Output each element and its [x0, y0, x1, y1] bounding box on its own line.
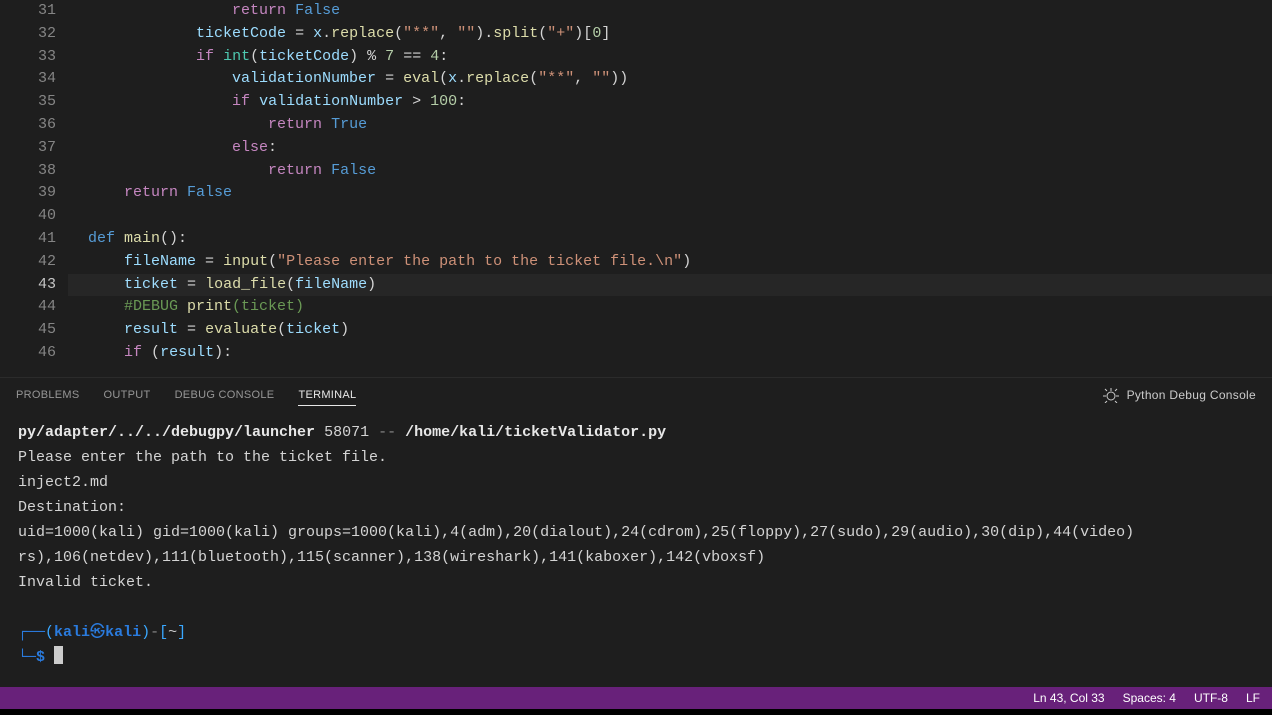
prompt-cwd: ~ — [168, 624, 177, 641]
code-line[interactable]: def main(): — [88, 228, 1272, 251]
debug-icon — [1103, 387, 1119, 403]
terminal-name: Python Debug Console — [1127, 388, 1256, 402]
line-number: 35 — [0, 91, 56, 114]
line-number-gutter: 31323334353637383940414243444546 — [0, 0, 68, 377]
skull-icon: ㉿ — [90, 624, 105, 641]
code-line[interactable]: return False — [88, 0, 1272, 23]
line-number: 45 — [0, 319, 56, 342]
code-line[interactable]: if int(ticketCode) % 7 == 4: — [88, 46, 1272, 69]
terminal-line: inject2.md — [18, 474, 108, 491]
code-line[interactable]: return False — [88, 182, 1272, 205]
line-number: 46 — [0, 342, 56, 365]
code-line[interactable]: if validationNumber > 100: — [88, 91, 1272, 114]
status-spaces[interactable]: Spaces: 4 — [1123, 691, 1176, 705]
terminal-dash: -- — [378, 424, 396, 441]
bottom-strip — [0, 709, 1272, 715]
line-number: 34 — [0, 68, 56, 91]
line-number: 36 — [0, 114, 56, 137]
panel-tabs: PROBLEMS OUTPUT DEBUG CONSOLE TERMINAL P… — [0, 377, 1272, 412]
line-number: 38 — [0, 160, 56, 183]
line-number: 41 — [0, 228, 56, 251]
terminal-line: uid=1000(kali) gid=1000(kali) groups=100… — [18, 524, 1134, 541]
prompt-host: kali — [105, 624, 141, 641]
tab-problems[interactable]: PROBLEMS — [16, 389, 80, 401]
terminal-cursor — [54, 646, 63, 664]
code-area[interactable]: return False ticketCode = x.replace("**"… — [68, 0, 1272, 377]
tab-terminal[interactable]: TERMINAL — [298, 389, 356, 406]
code-line[interactable] — [88, 205, 1272, 228]
terminal-line: Please enter the path to the ticket file… — [18, 449, 387, 466]
line-number: 40 — [0, 205, 56, 228]
line-number: 42 — [0, 251, 56, 274]
code-line[interactable]: fileName = input("Please enter the path … — [88, 251, 1272, 274]
code-line[interactable]: return False — [88, 160, 1272, 183]
code-line[interactable]: else: — [88, 137, 1272, 160]
status-encoding[interactable]: UTF-8 — [1194, 691, 1228, 705]
code-editor[interactable]: 31323334353637383940414243444546 return … — [0, 0, 1272, 377]
prompt-decoration: └─ — [18, 645, 36, 670]
prompt-symbol: $ — [36, 649, 45, 666]
terminal-line: rs),106(netdev),111(bluetooth),115(scann… — [18, 549, 765, 566]
terminal-script-path: /home/kali/ticketValidator.py — [405, 424, 666, 441]
terminal-line: Destination: — [18, 499, 126, 516]
code-line[interactable]: validationNumber = eval(x.replace("**", … — [88, 68, 1272, 91]
status-bar: Ln 43, Col 33 Spaces: 4 UTF-8 LF — [0, 687, 1272, 709]
code-line[interactable]: return True — [88, 114, 1272, 137]
status-ln-col[interactable]: Ln 43, Col 33 — [1033, 691, 1104, 705]
prompt-decoration: ┌── — [18, 624, 45, 641]
tab-debug-console[interactable]: DEBUG CONSOLE — [175, 389, 275, 401]
terminal-selector[interactable]: Python Debug Console — [1103, 387, 1256, 403]
line-number: 37 — [0, 137, 56, 160]
prompt-user: kali — [54, 624, 90, 641]
line-number: 33 — [0, 46, 56, 69]
line-number: 32 — [0, 23, 56, 46]
code-line[interactable]: #DEBUG print(ticket) — [88, 296, 1272, 319]
line-number: 31 — [0, 0, 56, 23]
status-eol[interactable]: LF — [1246, 691, 1260, 705]
terminal-cmd-prefix: py/adapter/../../debugpy/launcher — [18, 424, 315, 441]
terminal-line: Invalid ticket. — [18, 574, 153, 591]
tab-output[interactable]: OUTPUT — [104, 389, 151, 401]
line-number: 39 — [0, 182, 56, 205]
line-number: 43 — [0, 274, 56, 297]
line-number: 44 — [0, 296, 56, 319]
code-line[interactable]: result = evaluate(ticket) — [88, 319, 1272, 342]
terminal-port: 58071 — [324, 424, 369, 441]
code-line[interactable]: if (result): — [88, 342, 1272, 365]
terminal[interactable]: py/adapter/../../debugpy/launcher 58071 … — [0, 412, 1272, 682]
code-line[interactable]: ticketCode = x.replace("**", "").split("… — [88, 23, 1272, 46]
